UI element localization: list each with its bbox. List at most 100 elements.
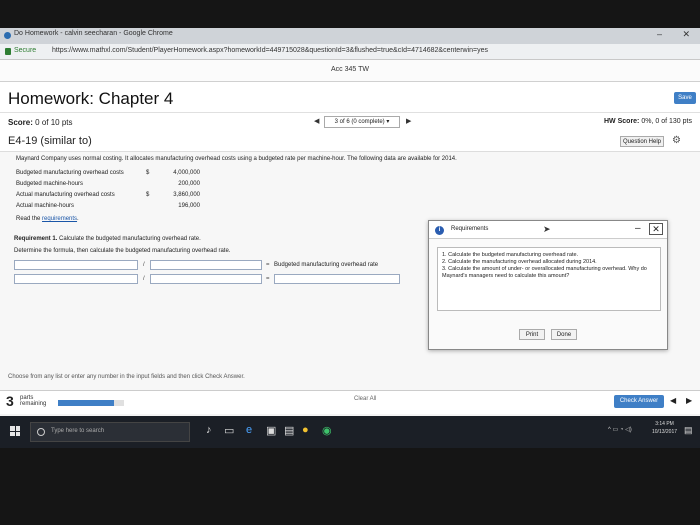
- browser-tab-bar: Do Homework - calvin seecharan - Google …: [0, 28, 700, 44]
- numerator-input[interactable]: [14, 274, 138, 284]
- taskbar: Type here to search ♪ ▭ e ▣ ▤ ● ◉ ^ ▭ ◔ …: [0, 416, 700, 448]
- score-row: Score: 0 of 10 pts ◀ 3 of 6 (0 complete)…: [0, 112, 700, 132]
- store-icon[interactable]: ▤: [284, 424, 294, 437]
- answer-instruction: Choose from any list or enter any number…: [8, 374, 245, 380]
- data-label: Actual manufacturing overhead costs: [16, 192, 115, 198]
- hw-score: HW Score: 0%, 0 of 130 pts: [604, 118, 692, 125]
- lock-icon: [5, 48, 11, 55]
- data-value: 196,000: [178, 203, 200, 209]
- taskbar-search-placeholder: Type here to search: [51, 428, 105, 434]
- requirements-link[interactable]: requirements: [42, 216, 77, 222]
- windows-start-icon[interactable]: [10, 426, 20, 436]
- page-title: Homework: Chapter 4: [8, 89, 174, 108]
- question-select[interactable]: 3 of 6 (0 complete) ▾: [324, 116, 400, 128]
- file-explorer-icon[interactable]: ▣: [266, 424, 276, 437]
- browser-window: Do Homework - calvin seecharan - Google …: [0, 28, 700, 448]
- divide-operator: /: [143, 262, 145, 268]
- read-suffix: .: [77, 216, 79, 222]
- instruction-bar: Choose from any list or enter any number…: [0, 372, 428, 386]
- read-prefix: Read the: [16, 216, 43, 222]
- read-requirements: Read the requirements.: [16, 216, 79, 222]
- clock-date: 10/13/2017: [652, 429, 678, 435]
- previous-part-icon[interactable]: ◀: [670, 396, 676, 405]
- numerator-select[interactable]: [14, 260, 138, 270]
- hw-score-value: 0%, 0 of 130 pts: [641, 118, 692, 125]
- next-question-icon[interactable]: ▶: [406, 117, 411, 125]
- notifications-icon[interactable]: ▤: [684, 425, 693, 436]
- next-part-icon[interactable]: ▶: [686, 396, 692, 405]
- previous-question-icon[interactable]: ◀: [314, 117, 319, 125]
- gear-icon[interactable]: ⚙: [672, 135, 681, 146]
- cortana-icon: [37, 428, 45, 436]
- data-value: 4,000,000: [173, 170, 200, 176]
- requirements-panel: i Requirements ➤ – ✕ 1. Calculate the bu…: [428, 220, 668, 350]
- browser-tab-title[interactable]: Do Homework - calvin seecharan - Google …: [14, 30, 173, 37]
- question-help-button[interactable]: Question Help: [620, 136, 664, 147]
- clear-all-button[interactable]: Clear All: [354, 396, 376, 402]
- requirement-1-label: Requirement 1.: [14, 236, 58, 242]
- data-label: Actual machine-hours: [16, 203, 75, 209]
- taskbar-search-field[interactable]: Type here to search: [30, 422, 190, 442]
- equals-operator: =: [266, 262, 270, 268]
- data-value: 200,000: [178, 181, 200, 187]
- equals-operator: =: [266, 276, 270, 282]
- info-icon: i: [435, 226, 444, 235]
- denominator-input[interactable]: [150, 274, 262, 284]
- formula-instruction: Determine the formula, then calculate th…: [14, 248, 231, 254]
- url-field[interactable]: https://www.mathxl.com/Student/PlayerHom…: [52, 47, 488, 54]
- result-label: Budgeted manufacturing overhead rate: [274, 262, 379, 268]
- question-intro: Maynard Company uses normal costing. It …: [16, 156, 457, 162]
- secure-label: Secure: [14, 47, 37, 54]
- task-view-icon[interactable]: ▭: [224, 424, 234, 437]
- minimize-panel-icon[interactable]: –: [635, 223, 641, 234]
- data-dollar: $: [146, 192, 150, 198]
- hw-score-label: HW Score:: [604, 118, 640, 125]
- done-button[interactable]: Done: [551, 329, 577, 340]
- result-input[interactable]: [274, 274, 400, 284]
- requirement-item: 2. Calculate the manufacturing overhead …: [442, 259, 597, 265]
- requirement-1: Requirement 1. Calculate the budgeted ma…: [14, 236, 201, 242]
- data-label: Budgeted machine-hours: [16, 181, 84, 187]
- print-button[interactable]: Print: [519, 329, 545, 340]
- denominator-select[interactable]: [150, 260, 262, 270]
- close-window-icon[interactable]: ✕: [682, 29, 690, 40]
- course-bar: Acc 345 TW: [0, 60, 700, 82]
- data-dollar: $: [146, 170, 150, 176]
- divide-operator: /: [143, 276, 145, 282]
- score-label: Score:: [8, 118, 33, 127]
- requirement-1-text: Calculate the budgeted manufacturing ove…: [57, 236, 201, 242]
- close-panel-icon[interactable]: ✕: [649, 223, 663, 235]
- score-display: Score: 0 of 10 pts: [8, 118, 73, 127]
- clock[interactable]: 3:14 PM 10/13/2017: [652, 420, 677, 436]
- app-icon[interactable]: ◉: [322, 424, 332, 437]
- edge-icon[interactable]: e: [246, 424, 252, 436]
- requirements-panel-title: Requirements: [451, 226, 489, 232]
- parts-progress-bar: [58, 400, 124, 406]
- requirement-item: 1. Calculate the budgeted manufacturing …: [442, 252, 579, 258]
- clock-time: 3:14 PM: [655, 421, 674, 427]
- parts-label-bottom: remaining: [20, 401, 47, 407]
- parts-count: 3: [6, 393, 14, 409]
- tab-favicon-icon: [4, 32, 11, 39]
- address-bar[interactable]: Secure https://www.mathxl.com/Student/Pl…: [0, 44, 700, 60]
- bottom-bar: 3 parts remaining Clear All Check Answer …: [0, 390, 700, 414]
- data-label: Budgeted manufacturing overhead costs: [16, 170, 124, 176]
- chrome-icon[interactable]: ●: [302, 424, 309, 436]
- check-answer-button[interactable]: Check Answer: [614, 395, 664, 408]
- mouse-cursor-icon: ➤: [543, 224, 551, 234]
- homework-header: Homework: Chapter 4 Save: [0, 82, 700, 112]
- parts-label: parts remaining: [20, 395, 46, 407]
- system-tray-icons[interactable]: ^ ▭ ◔ ◁): [608, 426, 632, 433]
- data-value: 3,860,000: [173, 192, 200, 198]
- requirements-list: 1. Calculate the budgeted manufacturing …: [437, 247, 661, 311]
- course-title: Acc 345 TW: [331, 66, 369, 73]
- question-header: E4-19 (similar to) Question Help ⚙: [0, 132, 700, 152]
- parts-progress-fill: [58, 400, 115, 406]
- question-id: E4-19 (similar to): [8, 135, 92, 147]
- requirements-panel-header[interactable]: i Requirements ➤ – ✕: [429, 221, 667, 239]
- save-button[interactable]: Save: [674, 92, 696, 104]
- requirement-item: 3. Calculate the amount of under- or ove…: [442, 266, 647, 279]
- minimize-icon[interactable]: –: [657, 29, 662, 39]
- score-value: 0 of 10 pts: [35, 118, 73, 127]
- microphone-icon[interactable]: ♪: [206, 424, 212, 436]
